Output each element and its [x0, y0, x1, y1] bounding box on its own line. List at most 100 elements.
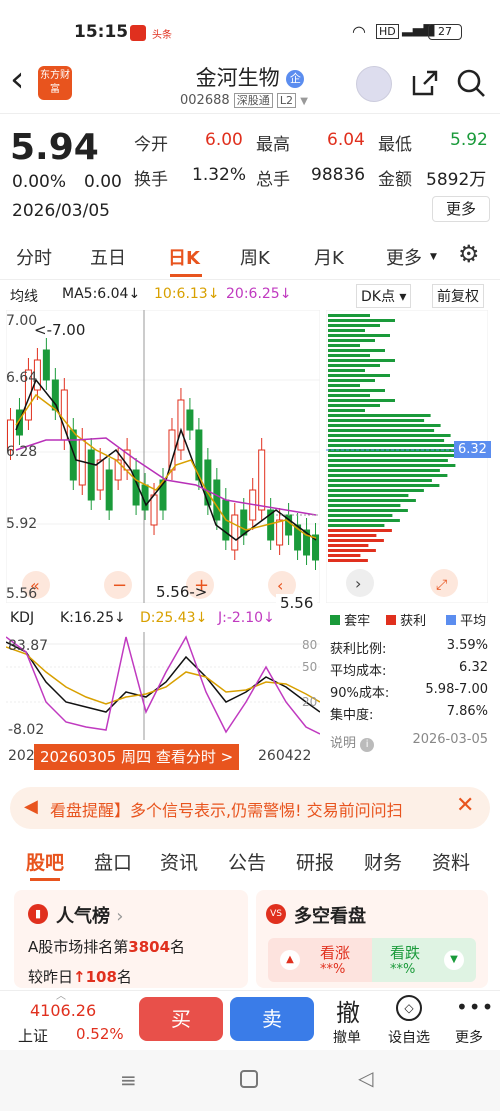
home-icon[interactable]	[240, 1070, 258, 1088]
up-arrow-icon: ▲	[280, 950, 300, 970]
watchlist-icon[interactable]: ◇	[396, 995, 422, 1021]
chip-bar	[328, 559, 368, 562]
chip-bar	[328, 444, 461, 447]
tab-monthly-k[interactable]: 月K	[314, 244, 344, 270]
index-name: 上证	[18, 1027, 49, 1045]
legend-trapped: 套牢	[330, 610, 370, 629]
close-icon[interactable]: ✕	[456, 793, 474, 818]
chip-bar	[328, 369, 365, 372]
profit-ratio-value: 3.59%	[446, 638, 488, 653]
menu-icon[interactable]: ≡	[120, 1068, 137, 1092]
ma10-value: 10:6.13↓	[154, 286, 220, 302]
alert-banner[interactable]: ◀ 看盘提醒】多个信号表示,仍需警惕! 交易前问问扫 ✕	[10, 787, 490, 829]
caret-down-icon: ▼	[430, 252, 437, 262]
chip-bar	[328, 549, 376, 552]
sell-button[interactable]: 卖	[230, 997, 314, 1041]
tab-research[interactable]: 研报	[296, 848, 334, 875]
kline-chart[interactable]: « − + ‹	[6, 310, 320, 603]
tab-daily-k[interactable]: 日K	[168, 244, 200, 270]
back-nav-icon[interactable]: ◁	[358, 1066, 373, 1090]
avatar[interactable]	[356, 66, 392, 102]
chip-bar	[328, 434, 451, 437]
candle-body	[231, 514, 239, 551]
chip-bar	[328, 314, 370, 317]
more-quote-button[interactable]: 更多	[432, 196, 490, 222]
search-icon[interactable]	[456, 68, 486, 98]
tab-announcements[interactable]: 公告	[228, 848, 266, 875]
open-label: 今开	[134, 135, 168, 155]
minus-icon: −	[112, 575, 127, 596]
app-badge: 头条	[152, 30, 172, 41]
chevron-right-icon: ›	[355, 574, 361, 593]
chip-bar	[328, 374, 390, 377]
info-icon: i	[360, 738, 375, 752]
low-marker: 5.56->	[156, 583, 208, 601]
collapse-icon[interactable]: ︿	[56, 987, 66, 1002]
chip-bar	[328, 364, 380, 367]
chip-bar	[328, 489, 424, 492]
candle-body	[213, 479, 221, 521]
candle-body	[96, 459, 104, 491]
volume-value: 98836	[311, 165, 366, 185]
chip-bar	[328, 354, 370, 357]
chip-bar	[328, 394, 370, 397]
status-bar: 15:15 头条 ◠ HD ▂▄▆ 27	[0, 0, 500, 50]
turnover-label: 换手	[134, 170, 168, 190]
adjust-mode-button[interactable]: 前复权	[432, 284, 484, 308]
tab-profile[interactable]: 资料	[432, 848, 470, 875]
settings-gear-icon[interactable]: ⚙	[458, 240, 480, 268]
y-axis-tick-1: 6.64	[6, 370, 38, 386]
megaphone-icon: ◀	[24, 796, 38, 817]
chevron-down-icon[interactable]: ▼	[300, 96, 308, 107]
chip-bar	[328, 419, 425, 422]
amount-label: 金额	[378, 170, 412, 190]
stock-header: ‹ 东方财富 金河生物 企 002688 深股通 L2 ▼	[0, 50, 500, 114]
concentration-value: 7.86%	[446, 704, 488, 719]
y-axis-bottom: 5.56	[6, 586, 38, 602]
clock: 15:15	[74, 22, 129, 42]
chip-bar	[328, 474, 448, 477]
more-dots-icon[interactable]: •••	[456, 995, 494, 1019]
tab-news[interactable]: 资讯	[160, 848, 198, 875]
legend-profit: 获利	[386, 610, 426, 629]
chart-icon: ▮	[28, 904, 48, 924]
date-axis-right: 260422	[258, 748, 312, 764]
current-price: 5.94	[10, 127, 99, 168]
watchlist-label[interactable]: 设自选	[388, 1027, 430, 1047]
chip-bar	[328, 484, 440, 487]
more-label[interactable]: 更多	[455, 1027, 483, 1047]
bearish-label: 看跌	[390, 944, 421, 962]
chip-bar	[328, 514, 393, 517]
tab-intraday[interactable]: 分时	[16, 244, 52, 270]
tab-weekly-k[interactable]: 周K	[240, 244, 270, 270]
tab-more[interactable]: 更多	[386, 244, 422, 270]
note-link[interactable]: 说明 i	[330, 732, 375, 752]
tab-finance[interactable]: 财务	[364, 848, 402, 875]
kdj-chart[interactable]	[6, 632, 320, 740]
popularity-card[interactable]: ▮ 人气榜 › A股市场排名第3804名 较昨日↑108名	[14, 890, 248, 988]
bearish-button[interactable]: 看跌 **% ▼	[372, 938, 476, 982]
tab-orderbook[interactable]: 盘口	[94, 848, 132, 875]
active-tab-indicator	[170, 274, 202, 277]
index-value[interactable]: 4106.26	[30, 1001, 96, 1020]
indicator-selector[interactable]: 均线	[10, 286, 38, 306]
date-tooltip-button[interactable]: 20260305 周四 查看分时 >	[34, 744, 240, 770]
dk-point-button[interactable]: DK点 ▾	[356, 284, 412, 308]
kdj-20-tick: 20	[302, 695, 318, 709]
candle-body	[150, 494, 158, 526]
system-nav-bar: ≡ ◁	[0, 1050, 500, 1111]
share-icon[interactable]	[410, 68, 440, 98]
cancel-order-label[interactable]: 撤单	[333, 1027, 361, 1047]
popularity-change: 较昨日↑108名	[28, 968, 132, 986]
stock-code: 002688	[180, 93, 230, 108]
market-tag: 深股通	[233, 93, 273, 108]
chip-bar	[328, 504, 401, 507]
buy-button[interactable]: 买	[139, 997, 223, 1041]
candle-body	[87, 449, 95, 501]
tab-five-day[interactable]: 五日	[90, 244, 126, 270]
content-tab-indicator	[30, 878, 60, 881]
tab-guba[interactable]: 股吧	[26, 848, 64, 875]
kdj-label[interactable]: KDJ	[10, 610, 34, 626]
bullish-button[interactable]: ▲ 看涨 **%	[268, 938, 372, 982]
cancel-order-icon[interactable]: 撤	[336, 993, 360, 1028]
